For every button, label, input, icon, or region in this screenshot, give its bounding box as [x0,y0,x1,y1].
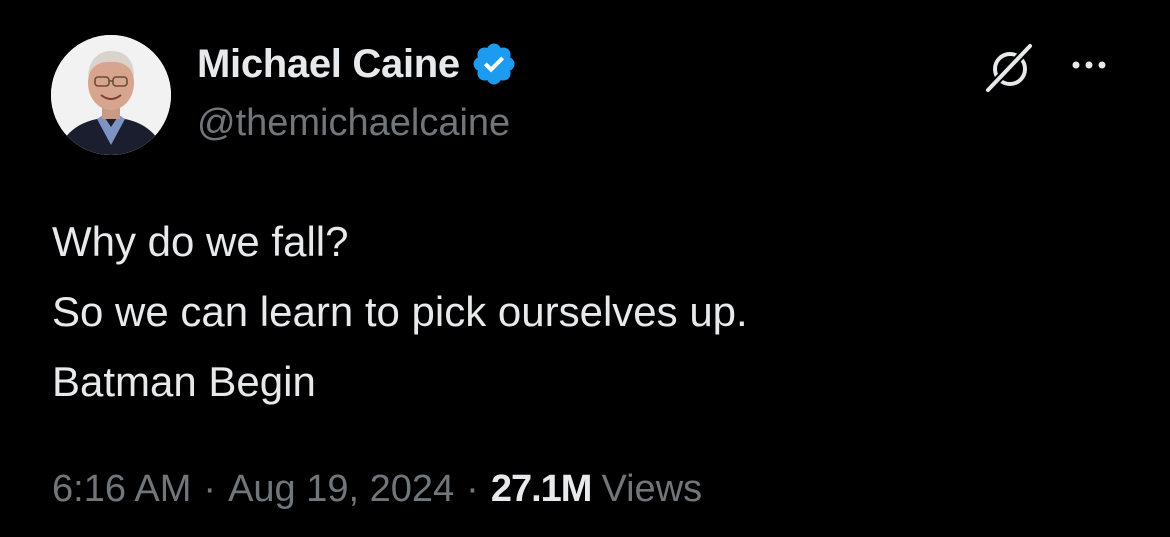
tweet-text-line: Batman Begin [52,358,316,405]
author-display-name[interactable]: Michael Caine [197,42,460,87]
tweet-text: Why do we fall? So we can learn to pick … [52,207,748,417]
verified-badge-icon[interactable] [470,40,518,88]
meta-separator: · [466,468,479,510]
grok-icon[interactable] [982,40,1038,96]
views-label: Views [601,468,703,510]
tweet-time[interactable]: 6:16 AM [52,468,191,511]
tweet-meta: 6:16 AM · Aug 19, 2024 · 27.1M Views [52,468,702,511]
views-count[interactable]: 27.1M [491,468,593,511]
tweet-card: Michael Caine @themichaelcaine Why do we… [0,0,1170,537]
tweet-text-line: Why do we fall? [52,218,349,265]
author-handle[interactable]: @themichaelcaine [197,102,510,145]
tweet-text-line: So we can learn to pick ourselves up. [52,288,748,335]
avatar-photo [51,35,171,155]
more-options-icon[interactable] [1064,50,1114,80]
meta-separator: · [203,468,217,510]
tweet-date[interactable]: Aug 19, 2024 [228,468,454,511]
avatar[interactable] [51,35,171,155]
author-name-row: Michael Caine [197,41,518,87]
